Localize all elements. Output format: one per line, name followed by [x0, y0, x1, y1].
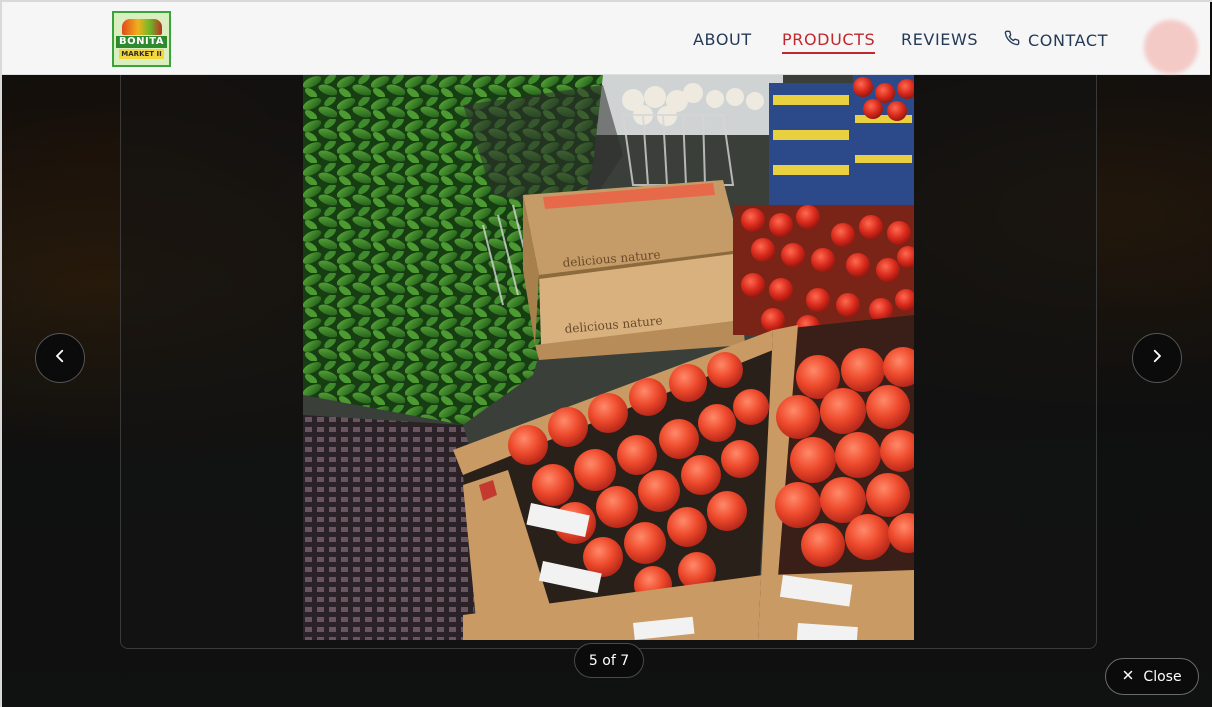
chevron-left-icon — [51, 347, 69, 369]
nav-contact[interactable]: CONTACT — [1004, 28, 1108, 54]
nav-about[interactable]: ABOUT — [693, 28, 752, 54]
previous-image-button[interactable] — [35, 333, 85, 383]
close-lightbox-button[interactable]: Close — [1105, 658, 1199, 695]
close-label: Close — [1143, 668, 1182, 685]
lightbox-image: delicious nature delicious nature — [303, 75, 914, 640]
chevron-right-icon — [1148, 347, 1166, 369]
floating-action-button[interactable] — [1144, 20, 1198, 74]
phone-icon — [1004, 29, 1020, 53]
site-header: BONITA MARKET II ABOUT PRODUCTS REVIEWS … — [2, 2, 1210, 75]
close-icon — [1122, 669, 1134, 685]
nav-reviews[interactable]: REVIEWS — [901, 28, 978, 54]
main-nav: ABOUT PRODUCTS REVIEWS CONTACT — [2, 28, 1210, 54]
nav-contact-label: CONTACT — [1028, 31, 1109, 50]
nav-products[interactable]: PRODUCTS — [782, 28, 876, 54]
next-image-button[interactable] — [1132, 333, 1182, 383]
image-counter: 5 of 7 — [574, 643, 644, 678]
